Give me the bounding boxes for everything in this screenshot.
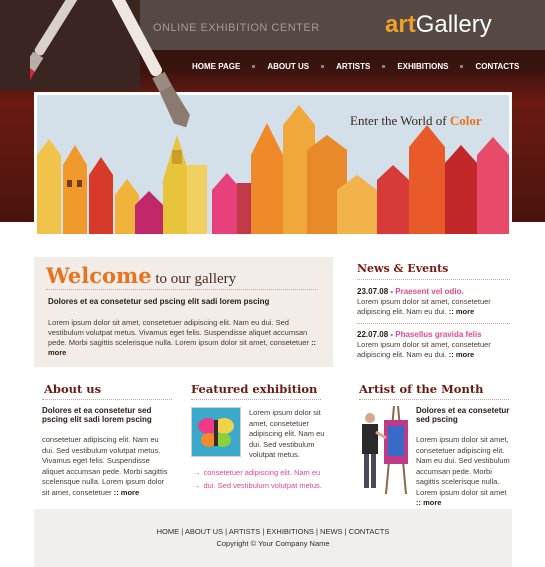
- footer: HOME | ABOUT US | ARTISTS | EXHIBITIONS …: [34, 509, 512, 567]
- footer-nav: HOME | ABOUT US | ARTISTS | EXHIBITIONS …: [34, 527, 512, 536]
- divider: [42, 399, 172, 400]
- news-date: 23.07.08: [357, 287, 389, 296]
- artist-text: Lorem ipsum dolor sit amet, consetetuer …: [416, 435, 511, 509]
- arrow-icon: →: [193, 468, 201, 477]
- butterfly-icon: [192, 408, 240, 456]
- welcome-text: Lorem ipsum dolor sit amet, consetetuer …: [48, 318, 323, 358]
- footer-link-contacts[interactable]: CONTACTS: [349, 527, 390, 536]
- divider: [46, 289, 318, 290]
- paint-brushes-image: [30, 0, 190, 128]
- news-more-link[interactable]: :: more: [449, 307, 474, 316]
- footer-link-artists[interactable]: ARTISTS: [229, 527, 261, 536]
- news-item: 23.07.08 - Praesent vel odio. Lorem ipsu…: [357, 287, 512, 317]
- copyright: Copyright © Your Company Name: [216, 539, 330, 548]
- footer-link-exhibitions[interactable]: EXHIBITIONS: [266, 527, 314, 536]
- news-date: 22.07.08: [357, 330, 389, 339]
- welcome-title: Welcome to our gallery: [46, 263, 236, 289]
- about-text: consetetuer adipiscing elit. Nam eu dui.…: [42, 435, 172, 498]
- banner-headline-text: Enter the World of: [350, 113, 447, 128]
- featured-link-text: dui. Sed vestibulum volutpat metus.: [203, 481, 322, 490]
- nav-exhibitions[interactable]: EXHIBITIONS: [385, 62, 460, 71]
- artist-photo[interactable]: [356, 406, 408, 494]
- news-headline-link[interactable]: Phasellus gravida felis: [395, 330, 481, 339]
- about-body: consetetuer adipiscing elit. Nam eu dui.…: [42, 435, 168, 497]
- nav-contacts[interactable]: CONTACTS: [463, 62, 531, 71]
- footer-link-news[interactable]: NEWS: [320, 527, 343, 536]
- news-item: 22.07.08 - Phasellus gravida felis Lorem…: [357, 330, 512, 360]
- artist-body: Lorem ipsum dolor sit amet, consetetuer …: [416, 435, 510, 497]
- featured-text: Lorem ipsum dolor sit amet, consetetuer …: [249, 408, 325, 459]
- arrow-icon: →: [193, 481, 201, 490]
- footer-link-home[interactable]: HOME: [157, 527, 180, 536]
- welcome-panel: Welcome to our gallery Dolores et ea con…: [34, 257, 333, 367]
- nav-about[interactable]: ABOUT US: [255, 62, 321, 71]
- divider: [359, 399, 509, 400]
- featured-link[interactable]: → dui. Sed vestibulum volutpat metus.: [193, 481, 322, 490]
- featured-link[interactable]: → consetetuer adipiscing elit. Nam eu: [193, 468, 320, 477]
- news-more-link[interactable]: :: more: [449, 350, 474, 359]
- featured-title: Featured exhibition: [191, 382, 318, 396]
- artist-title: Artist of the Month: [359, 382, 484, 396]
- welcome-body: Lorem ipsum dolor sit amet, consetetuer …: [48, 318, 309, 347]
- logo-gallery: Gallery: [415, 11, 492, 38]
- divider: [357, 279, 510, 280]
- welcome-title-rest: to our gallery: [151, 271, 237, 287]
- nav-artists[interactable]: ARTISTS: [324, 62, 382, 71]
- banner-headline-accent: Color: [449, 113, 482, 128]
- artist-subtitle: Dolores et ea consetetur sed pscing: [416, 406, 510, 424]
- divider: [357, 323, 510, 324]
- artist-more-link[interactable]: :: more: [416, 498, 441, 507]
- featured-link-text: consetetuer adipiscing elit. Nam eu: [203, 468, 321, 477]
- banner-headline: Enter the World of Color: [350, 113, 482, 129]
- about-title: About us: [44, 382, 102, 396]
- site-logo[interactable]: artGallery: [385, 11, 492, 39]
- featured-artwork-image[interactable]: [191, 407, 241, 457]
- footer-link-about[interactable]: ABOUT US: [185, 527, 223, 536]
- welcome-subtitle: Dolores et ea consetetur sed pscing elit…: [48, 297, 270, 306]
- about-subtitle: Dolores et ea consetetur sed pscing elit…: [42, 406, 152, 424]
- news-title: News & Events: [357, 262, 449, 275]
- news-headline-link[interactable]: Praesent vel odio.: [395, 287, 463, 296]
- welcome-title-big: Welcome: [46, 263, 152, 288]
- main-nav: HOME PAGE ABOUT US ARTISTS EXHIBITIONS C…: [180, 56, 531, 76]
- about-more-link[interactable]: :: more: [114, 488, 139, 497]
- divider: [191, 399, 321, 400]
- logo-art: art: [385, 11, 416, 38]
